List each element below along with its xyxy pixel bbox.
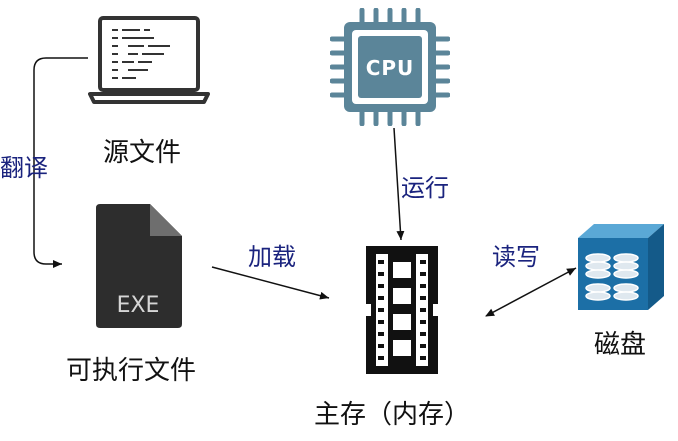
readwrite-arrow: [485, 267, 577, 317]
disk-node: [578, 222, 666, 312]
load-arrow: [211, 266, 330, 300]
compile-edge-label: 翻译: [0, 154, 48, 182]
cpu-chip-icon: CPU: [329, 7, 451, 127]
exe-node: EXE: [92, 204, 182, 328]
laptop-code-icon: [88, 16, 210, 104]
flow-diagram: 源文件 EXE 可执行文件 CPU 主存（内存） 磁盘 翻译 加载 运行 读写: [0, 0, 678, 441]
source-node: [88, 14, 210, 106]
readwrite-edge-label: 读写: [492, 243, 540, 271]
exe-label: 可执行文件: [66, 356, 197, 386]
cpu-icon-text: CPU: [366, 56, 415, 80]
source-label: 源文件: [103, 138, 182, 168]
run-edge-label: 运行: [401, 174, 449, 202]
load-edge-label: 加载: [248, 243, 296, 271]
exe-file-icon: EXE: [96, 204, 182, 328]
disk-storage-icon: [578, 224, 664, 310]
run-arrow: [393, 127, 405, 241]
exe-icon-text: EXE: [117, 293, 160, 318]
memory-label: 主存（内存）: [314, 400, 471, 430]
disk-label: 磁盘: [594, 330, 647, 360]
memory-module-icon: [366, 246, 438, 374]
memory-node: [366, 246, 438, 374]
cpu-node: CPU: [329, 7, 451, 127]
